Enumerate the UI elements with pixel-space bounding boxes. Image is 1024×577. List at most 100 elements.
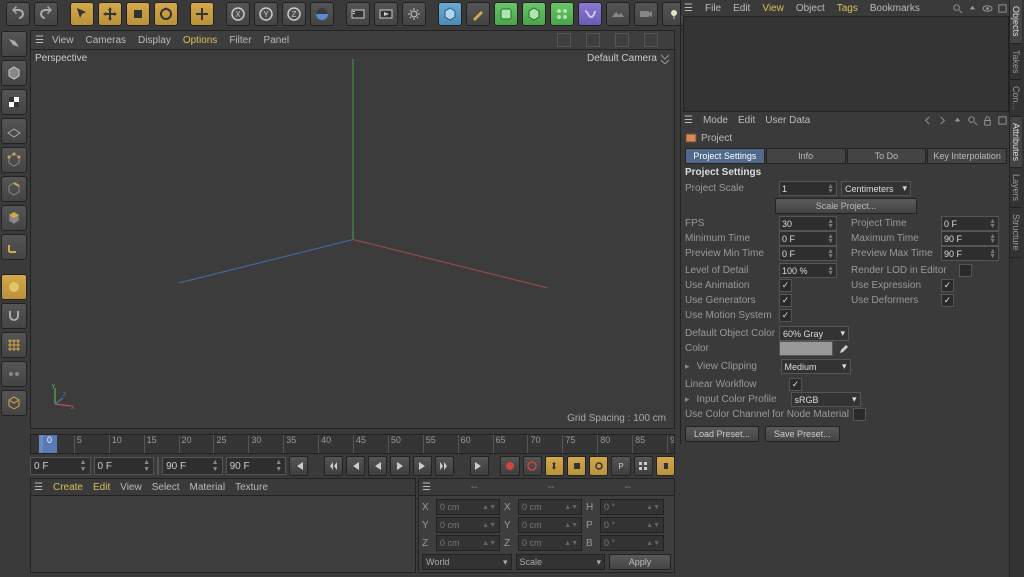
save-preset-button[interactable]: Save Preset... [765, 426, 840, 442]
scale-tool-icon[interactable] [126, 2, 150, 26]
coord-field[interactable]: 0 cm▲▼ [436, 535, 500, 551]
attr-edit-menu[interactable]: Edit [738, 115, 755, 126]
texture-mode-icon[interactable] [1, 89, 27, 115]
rtab-attributes[interactable]: Attributes [1010, 117, 1022, 168]
coord-field[interactable]: 0 cm▲▼ [436, 499, 500, 515]
use-anim-checkbox[interactable] [779, 279, 792, 292]
rtab-objects[interactable]: Objects [1010, 0, 1022, 44]
play-fwd-icon[interactable] [390, 456, 409, 476]
max-time-field[interactable]: 90 F▲▼ [941, 231, 999, 246]
obj-edit-menu[interactable]: Edit [733, 3, 750, 14]
attr-userdata-menu[interactable]: User Data [765, 115, 810, 126]
play-back-icon[interactable] [368, 456, 387, 476]
edge-mode-icon[interactable] [1, 176, 27, 202]
project-end-field[interactable]: 90 F▲▼ [226, 457, 287, 475]
coord-field[interactable]: 0 cm▲▼ [436, 517, 500, 533]
vclip-dropdown[interactable]: Medium▾ [781, 359, 851, 374]
attr-mode-menu[interactable]: Mode [703, 115, 728, 126]
environment-icon[interactable] [606, 2, 630, 26]
render-view-icon[interactable] [346, 2, 370, 26]
rtab-content[interactable]: Con... [1010, 80, 1022, 117]
fwd-icon[interactable] [937, 115, 948, 126]
coord-system-icon[interactable] [310, 2, 334, 26]
nav-pan-icon[interactable] [557, 33, 571, 47]
render-pv-icon[interactable] [374, 2, 398, 26]
view-menu[interactable]: View [52, 35, 74, 46]
eye-icon[interactable] [982, 3, 993, 14]
nav-zoom-icon[interactable] [586, 33, 600, 47]
back-icon[interactable] [922, 115, 933, 126]
obj-view-menu[interactable]: View [762, 3, 784, 14]
tab-todo[interactable]: To Do [847, 148, 927, 164]
create-menu[interactable]: Create [53, 482, 83, 493]
texture-menu[interactable]: Texture [235, 482, 268, 493]
tab-key-interp[interactable]: Key Interpolation [927, 148, 1007, 164]
tab-info[interactable]: Info [766, 148, 846, 164]
nav-layout-icon[interactable] [644, 33, 658, 47]
autokey-icon[interactable] [523, 456, 542, 476]
z-axis-lock-icon[interactable]: Z [282, 2, 306, 26]
coord-field[interactable]: 0 °▲▼ [600, 517, 664, 533]
coord-field[interactable]: 0 °▲▼ [600, 499, 664, 515]
pen-tool-icon[interactable] [466, 2, 490, 26]
panel-menu[interactable]: Panel [264, 35, 290, 46]
linearwf-checkbox[interactable] [789, 378, 802, 391]
next-key-icon[interactable] [435, 456, 454, 476]
prev-frame-icon[interactable] [346, 456, 365, 476]
material-menu[interactable]: Material [190, 482, 226, 493]
subdivision-icon[interactable] [494, 2, 518, 26]
coord-field[interactable]: 0 °▲▼ [600, 535, 664, 551]
use-gen-checkbox[interactable] [779, 294, 792, 307]
model-mode-icon[interactable] [1, 31, 27, 57]
pmax-field[interactable]: 90 F▲▼ [941, 246, 999, 261]
x-axis-lock-icon[interactable]: X [226, 2, 250, 26]
object-mode-icon[interactable] [1, 60, 27, 86]
use-def-checkbox[interactable] [941, 294, 954, 307]
coord-type-dropdown[interactable]: Scale▾ [516, 554, 606, 570]
apply-button[interactable]: Apply [609, 554, 671, 570]
record-icon[interactable] [500, 456, 519, 476]
defcolor-dropdown[interactable]: 60% Gray▾ [779, 326, 849, 341]
search-icon[interactable] [952, 3, 963, 14]
tab-project-settings[interactable]: Project Settings [685, 148, 765, 164]
range-slider[interactable] [157, 457, 159, 475]
cube-primitive-icon[interactable] [438, 2, 462, 26]
viewport-camera[interactable]: Default Camera [587, 53, 670, 64]
viewport-3d[interactable]: Perspective Default Camera Grid Spacing … [30, 50, 675, 429]
key-scale-icon[interactable] [567, 456, 586, 476]
range-end-field[interactable]: 90 F▲▼ [162, 457, 223, 475]
select-menu-mat[interactable]: Select [152, 482, 180, 493]
color-swatch[interactable] [779, 341, 833, 356]
rotate-tool-icon[interactable] [154, 2, 178, 26]
rtab-structure[interactable]: Structure [1010, 208, 1022, 258]
poly-mode-icon[interactable] [1, 205, 27, 231]
options-menu[interactable]: Options [183, 35, 217, 46]
goto-start-icon[interactable] [289, 456, 308, 476]
project-scale-unit[interactable]: Centimeters▾ [841, 181, 911, 196]
snap-icon[interactable] [1, 303, 27, 329]
y-axis-lock-icon[interactable]: Y [254, 2, 278, 26]
coord-field[interactable]: 0 cm▲▼ [518, 499, 582, 515]
eyedropper-icon[interactable] [837, 343, 848, 354]
render-settings-icon[interactable] [402, 2, 426, 26]
array-icon[interactable] [550, 2, 574, 26]
nav-orbit-icon[interactable] [615, 33, 629, 47]
filter-menu[interactable]: Filter [229, 35, 251, 46]
deformer-icon[interactable] [578, 2, 602, 26]
goto-end-icon[interactable] [470, 456, 489, 476]
use-expr-checkbox[interactable] [941, 279, 954, 292]
range-start-field[interactable]: 0 F▲▼ [94, 457, 155, 475]
cameras-menu[interactable]: Cameras [85, 35, 126, 46]
coord-field[interactable]: 0 cm▲▼ [518, 535, 582, 551]
fps-field[interactable]: 30▲▼ [779, 216, 837, 231]
use-motion-checkbox[interactable] [779, 309, 792, 322]
up-icon[interactable] [952, 115, 963, 126]
point-mode-icon[interactable] [1, 147, 27, 173]
lock-icon[interactable] [982, 115, 993, 126]
obj-file-menu[interactable]: File [705, 3, 721, 14]
rlod-checkbox[interactable] [959, 264, 972, 277]
ucc-checkbox[interactable] [853, 408, 866, 421]
timeline-ruler[interactable]: 051015202530354045505560657075808590 [30, 434, 675, 454]
obj-tags-menu[interactable]: Tags [837, 3, 858, 14]
rtab-layers[interactable]: Layers [1010, 168, 1022, 208]
